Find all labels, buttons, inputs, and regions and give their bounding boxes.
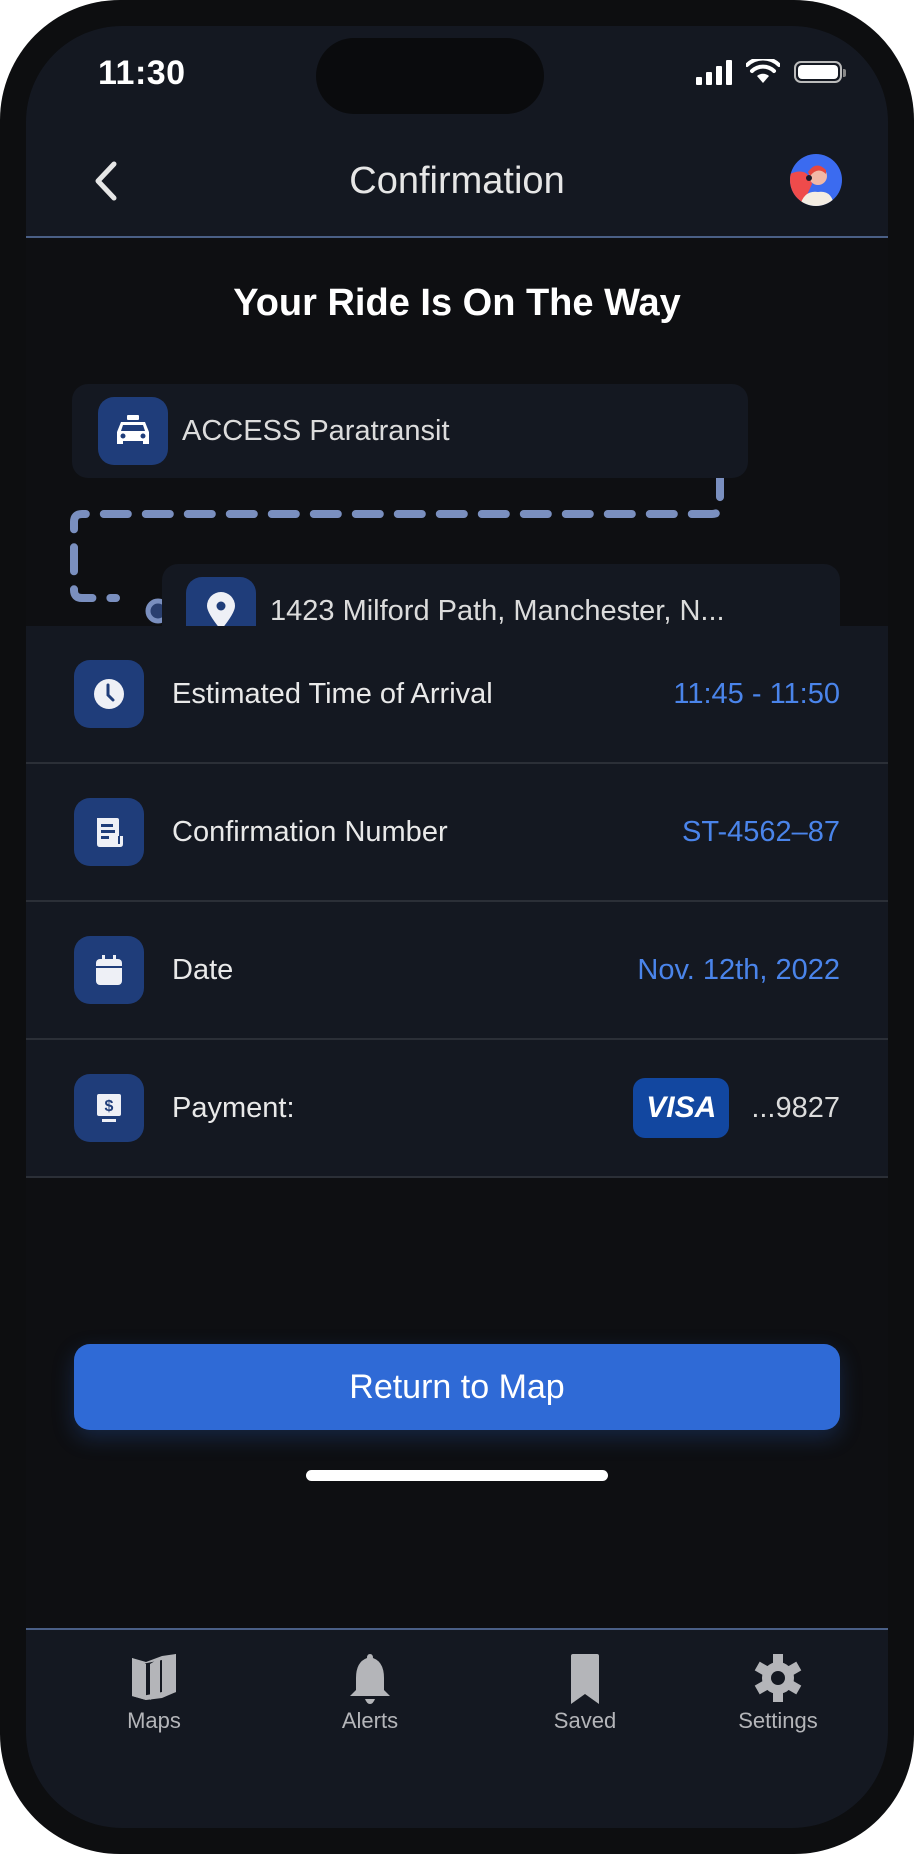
tab-maps[interactable]: Maps — [84, 1652, 224, 1734]
calendar-icon — [74, 936, 144, 1004]
taxi-icon — [98, 397, 168, 465]
svg-text:$: $ — [105, 1098, 114, 1115]
ride-details-list: Estimated Time of Arrival 11:45 - 11:50 … — [26, 626, 888, 1178]
home-indicator[interactable] — [306, 1470, 608, 1481]
eta-value: 11:45 - 11:50 — [673, 677, 840, 710]
tab-maps-label: Maps — [127, 1708, 181, 1733]
tab-settings[interactable]: Settings — [708, 1652, 848, 1734]
payment-label: Payment: — [172, 1091, 295, 1124]
eta-row: Estimated Time of Arrival 11:45 - 11:50 — [26, 626, 888, 764]
tab-saved-label: Saved — [553, 1708, 617, 1733]
card-last-digits: ...9827 — [751, 1091, 840, 1124]
date-value: Nov. 12th, 2022 — [637, 953, 840, 986]
origin-label: ACCESS Paratransit — [182, 414, 450, 447]
confirmation-number-value: ST-4562–87 — [681, 815, 840, 848]
clock-icon — [74, 660, 144, 728]
confirmation-number-label: Confirmation Number — [172, 815, 448, 848]
eta-label: Estimated Time of Arrival — [172, 677, 493, 710]
tab-saved[interactable]: Saved — [515, 1652, 655, 1734]
date-label: Date — [172, 953, 234, 986]
payment-icon: $ — [74, 1074, 144, 1142]
date-row: Date Nov. 12th, 2022 — [26, 902, 888, 1040]
tab-alerts[interactable]: Alerts — [300, 1652, 440, 1734]
tab-settings-label: Settings — [738, 1708, 818, 1733]
tab-bar: Maps Alerts Saved Settings — [26, 1628, 888, 1828]
visa-card-icon: VISA — [633, 1078, 730, 1138]
destination-label: 1423 Milford Path, Manchester, N... — [270, 594, 725, 627]
return-to-map-button[interactable]: Return to Map — [74, 1344, 840, 1430]
confirmation-number-row: Confirmation Number ST-4562–87 — [26, 764, 888, 902]
origin-card[interactable]: ACCESS Paratransit — [72, 384, 748, 478]
bookmark-icon — [571, 1654, 599, 1704]
route-line — [70, 417, 724, 624]
receipt-icon — [74, 798, 144, 866]
phone-frame: 11:30 Confirmation Your Ride Is On The W… — [0, 0, 914, 1854]
tab-alerts-label: Alerts — [341, 1708, 399, 1733]
screen: 11:30 Confirmation Your Ride Is On The W… — [26, 26, 888, 1828]
bell-icon — [350, 1654, 390, 1704]
map-icon — [132, 1654, 176, 1700]
payment-row: $ Payment: VISA ...9827 — [26, 1040, 888, 1178]
gear-icon — [754, 1654, 802, 1702]
